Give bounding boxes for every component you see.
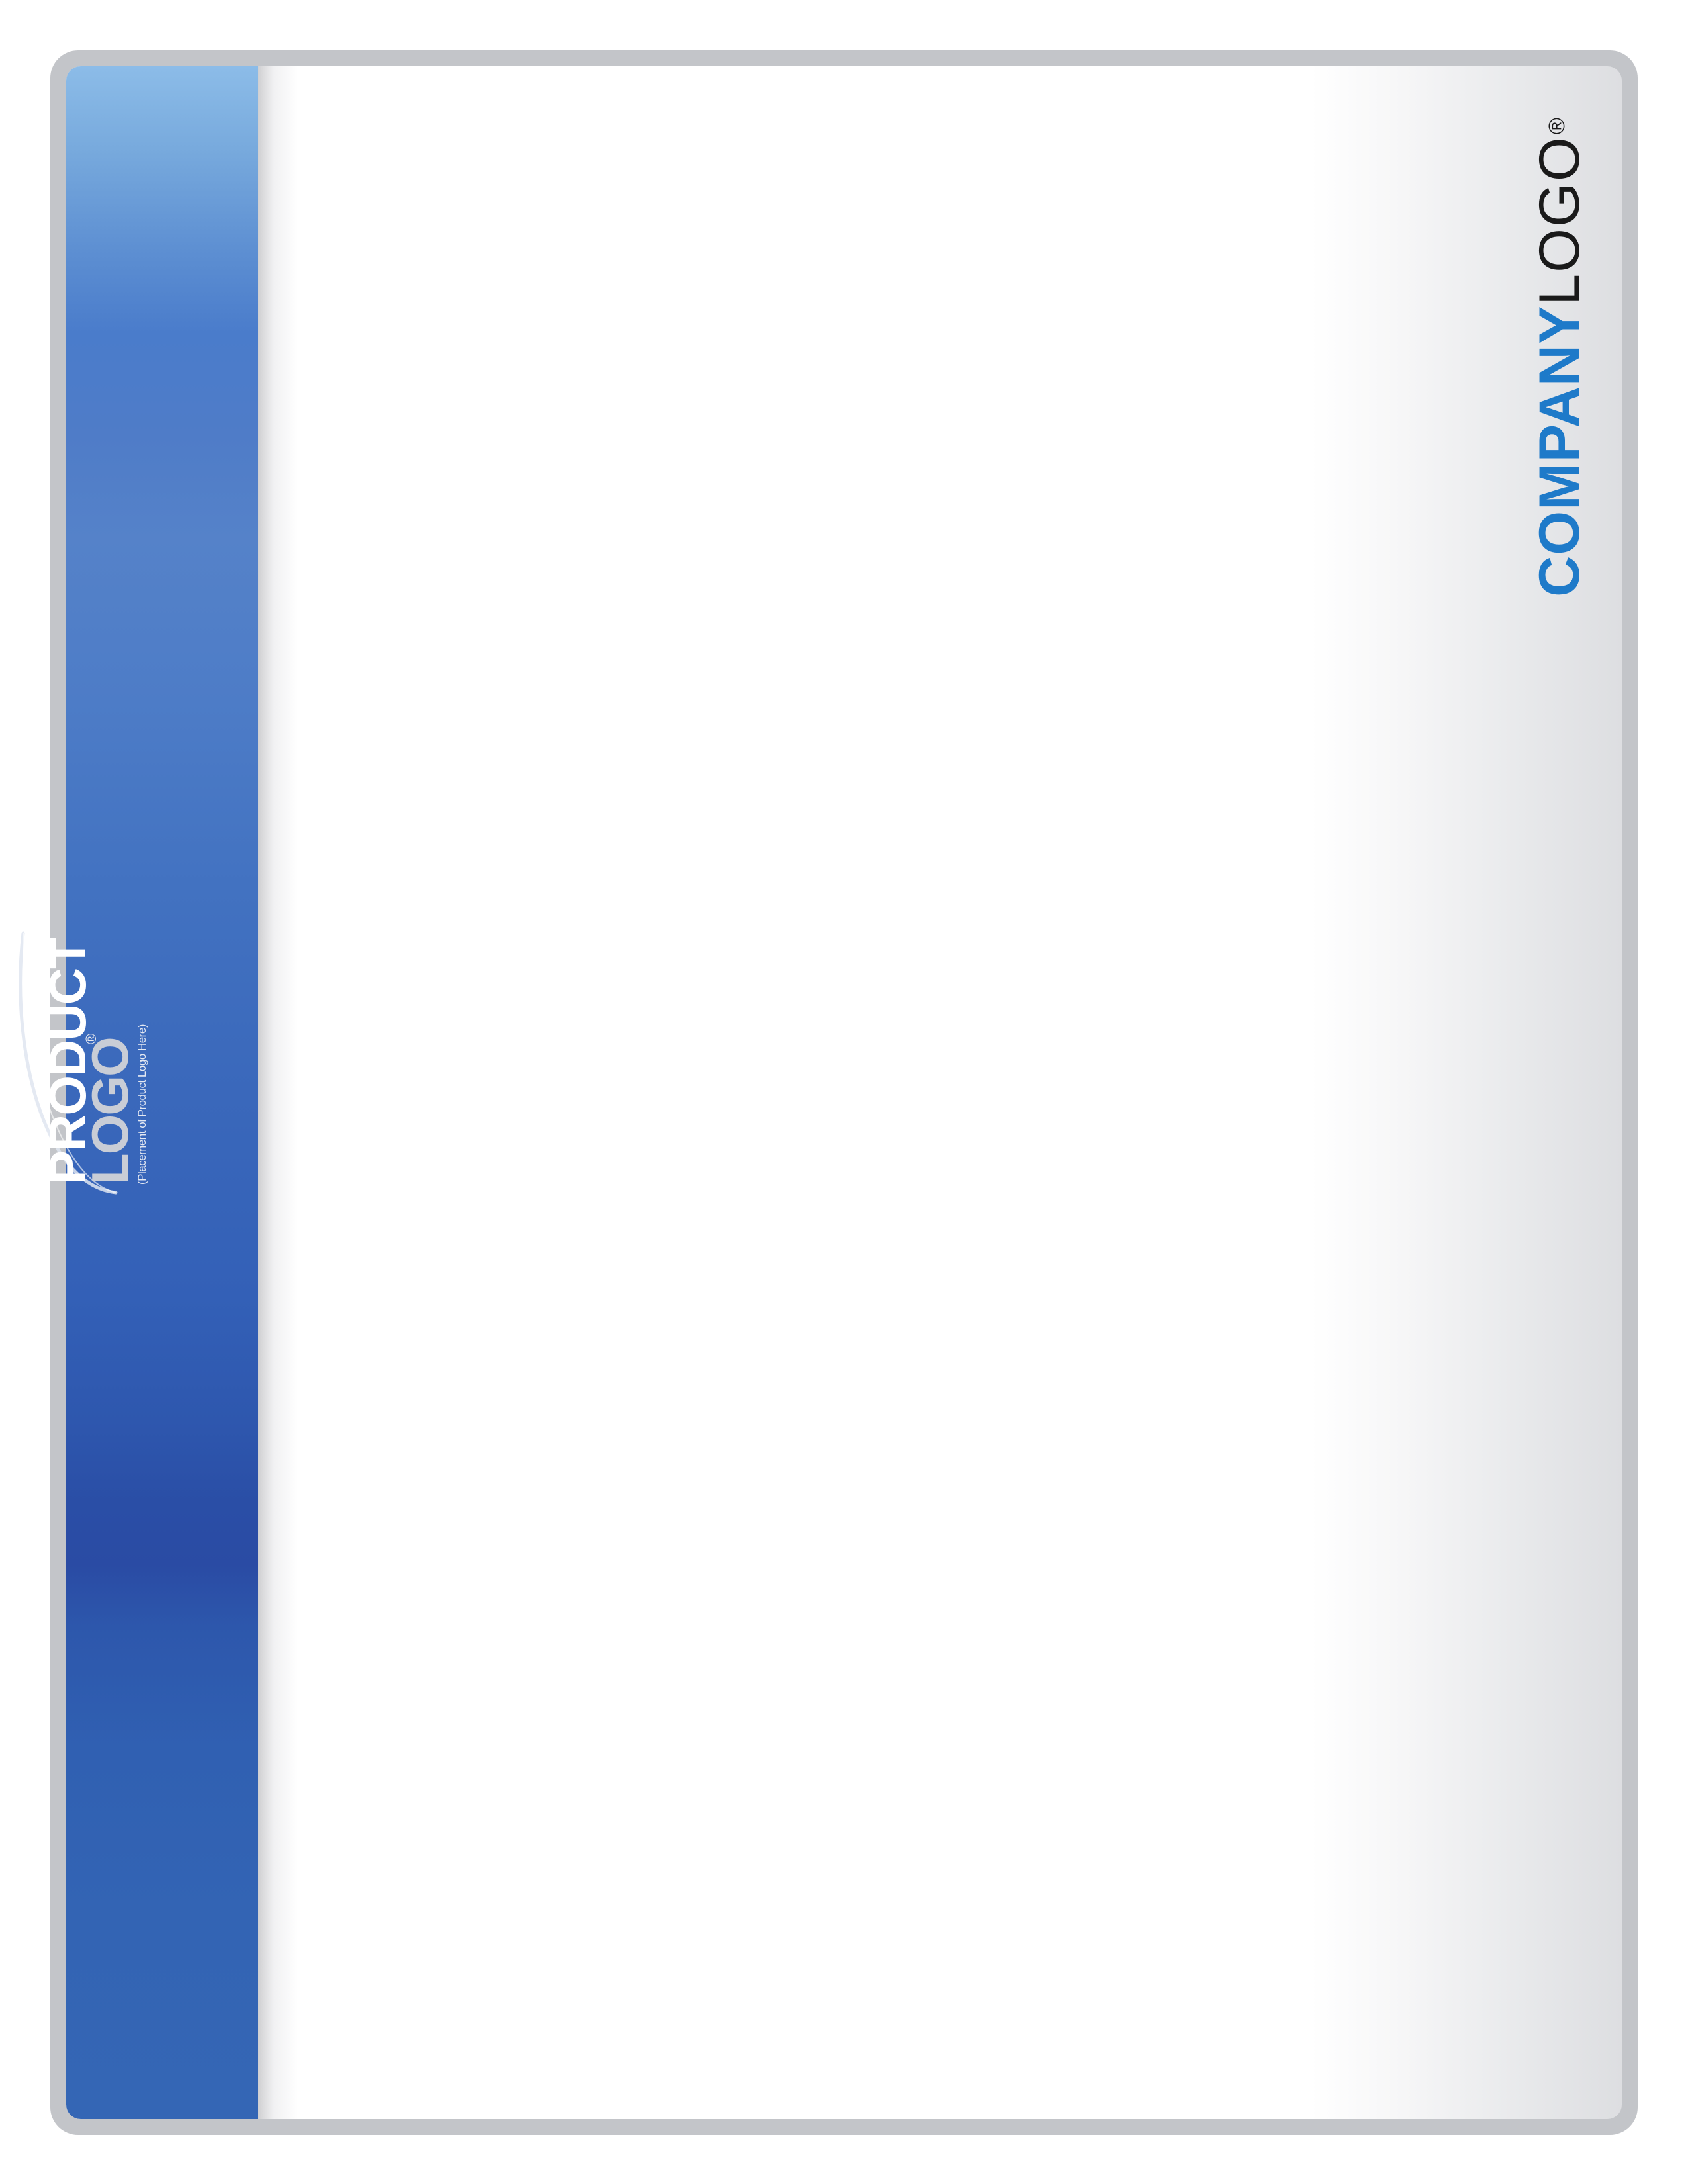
company-logo-part1: COMPANY [1528, 305, 1591, 597]
product-logo-caption: (Placement of Product Logo Here) [136, 1024, 148, 1185]
product-logo-line2: LOGO [81, 1038, 139, 1185]
content-panel [66, 66, 1622, 2119]
company-logo-registered-mark: ® [1544, 118, 1570, 135]
company-logo-part2: LOGO [1528, 136, 1591, 306]
band-shadow [258, 66, 298, 2119]
product-logo-registered-mark: ® [83, 1033, 99, 1044]
letterhead-page: PRODUCT LOGO ® (Placement of Product Log… [0, 0, 1688, 2184]
